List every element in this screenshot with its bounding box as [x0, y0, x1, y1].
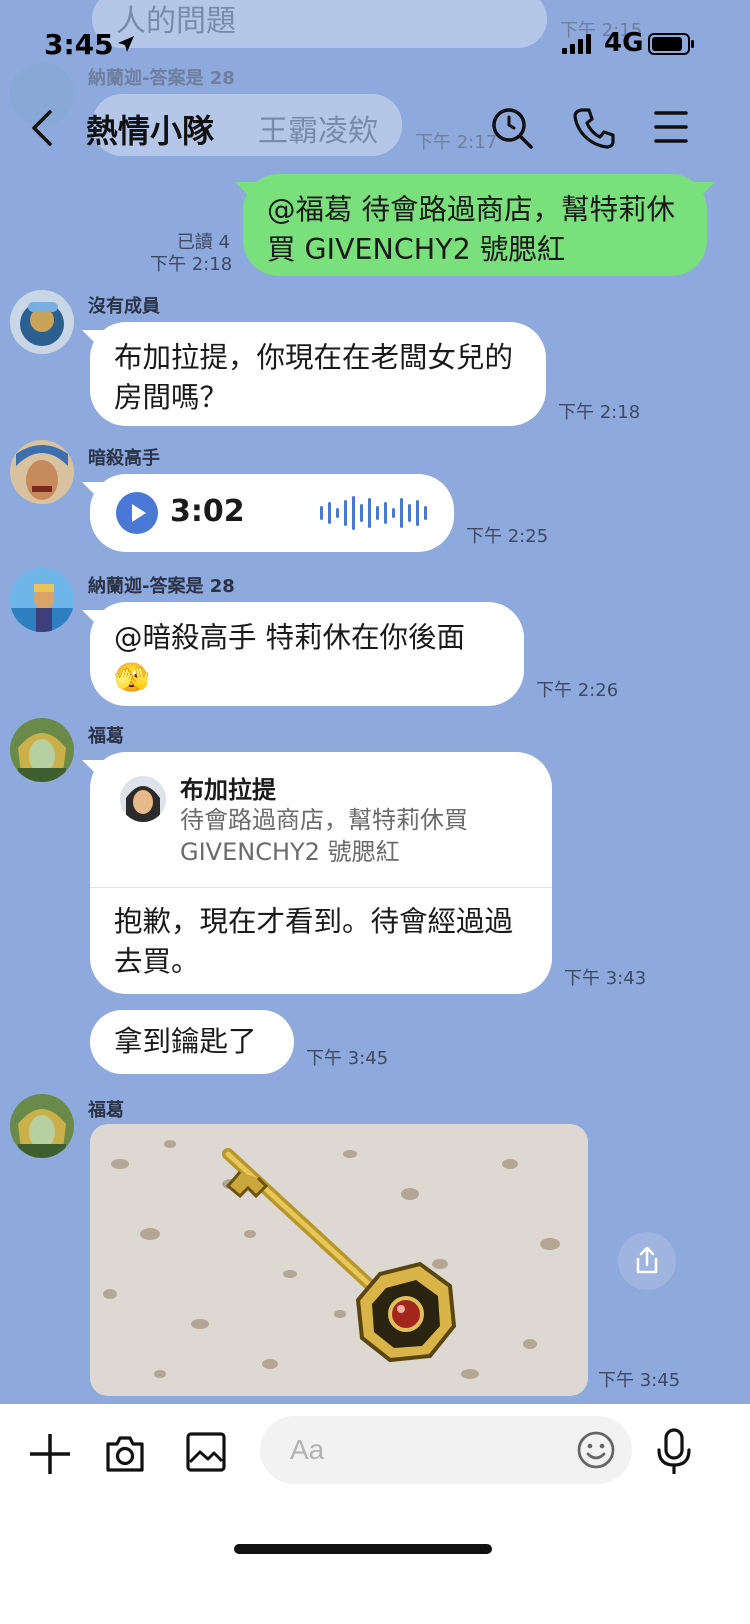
signal-icon [562, 34, 591, 54]
battery-icon [648, 33, 694, 55]
play-icon[interactable] [116, 492, 158, 534]
message-bubble[interactable]: @暗殺高手 特莉休在你後面 🫣 [90, 602, 524, 706]
reply-message-bubble[interactable]: 布加拉提 待會路過商店，幫特莉休買 GIVENCHY2 號腮紅 抱歉，現在才看到… [90, 752, 552, 994]
message-input-bar [0, 1404, 750, 1624]
sender-name: 納蘭迦-答案是 28 [88, 576, 235, 597]
message-time: 下午 2:26 [536, 680, 619, 701]
emoji: 🫣 [114, 661, 150, 694]
emoji-icon[interactable] [576, 1430, 616, 1470]
plus-icon[interactable] [30, 1434, 70, 1474]
ghost-message-time: 下午 2:17 [415, 132, 498, 153]
quoted-message[interactable]: 布加拉提 待會路過商店，幫特莉休買 GIVENCHY2 號腮紅 [90, 752, 552, 888]
message-time: 下午 3:45 [598, 1370, 681, 1391]
message-text: 拿到鑰匙了 [114, 1025, 257, 1058]
ghost-sender-name: 納蘭迦-答案是 28 [88, 68, 235, 89]
message-time: 下午 2:18 [150, 254, 233, 275]
camera-icon[interactable] [104, 1434, 146, 1474]
back-icon[interactable] [26, 108, 62, 148]
waveform-icon [320, 496, 427, 530]
voice-duration: 3:02 [170, 494, 245, 529]
message-bubble[interactable]: 布加拉提，你現在在老闆女兒的房間嗎？ [90, 322, 546, 426]
image-message[interactable] [90, 1124, 588, 1396]
sender-name: 福葛 [88, 1100, 124, 1121]
search-icon[interactable] [490, 106, 534, 150]
golden-key-image [90, 1124, 588, 1396]
quoted-text: 待會路過商店，幫特莉休買 GIVENCHY2 號腮紅 [180, 806, 468, 866]
message-text: 抱歉，現在才看到。待會經過過去買。 [114, 905, 514, 978]
voice-message-bubble[interactable]: 3:02 [90, 474, 454, 552]
quoted-avatar [120, 776, 166, 822]
menu-icon[interactable] [654, 110, 688, 144]
phone-icon[interactable] [572, 106, 616, 150]
message-text: @福葛 待會路過商店，幫特莉休買 GIVENCHY2 號腮紅 [267, 193, 676, 266]
image-icon[interactable] [186, 1432, 226, 1472]
message-bubble[interactable]: 拿到鑰匙了 [90, 1010, 294, 1074]
message-time: 下午 2:25 [466, 526, 549, 547]
message-time: 下午 2:18 [558, 402, 641, 423]
message-time: 下午 3:45 [306, 1048, 389, 1069]
sender-name: 沒有成員 [88, 296, 160, 317]
location-arrow-icon [118, 36, 134, 52]
avatar[interactable] [10, 718, 74, 782]
message-text: 布加拉提，你現在在老闆女兒的房間嗎？ [114, 341, 514, 414]
avatar[interactable] [10, 568, 74, 632]
avatar[interactable] [10, 1094, 74, 1158]
ghost-message-bubble: 人的問題 [92, 0, 547, 48]
status-time: 3:45 [44, 28, 114, 61]
ghost-message-text: 王霸凌欸 [258, 114, 378, 149]
sender-name: 福葛 [88, 726, 124, 747]
chat-title: 熱情小隊 [86, 112, 215, 150]
network-type: 4G [604, 28, 644, 58]
avatar[interactable] [10, 290, 74, 354]
sender-name: 暗殺高手 [88, 448, 160, 469]
avatar[interactable] [10, 440, 74, 504]
share-icon [636, 1246, 658, 1274]
home-indicator [234, 1544, 492, 1554]
my-message-bubble[interactable]: @福葛 待會路過商店，幫特莉休買 GIVENCHY2 號腮紅 [243, 174, 707, 276]
message-time: 下午 3:43 [564, 968, 647, 989]
share-button[interactable] [618, 1232, 676, 1290]
microphone-icon[interactable] [656, 1428, 692, 1474]
message-text: @暗殺高手 特莉休在你後面 [114, 621, 466, 654]
